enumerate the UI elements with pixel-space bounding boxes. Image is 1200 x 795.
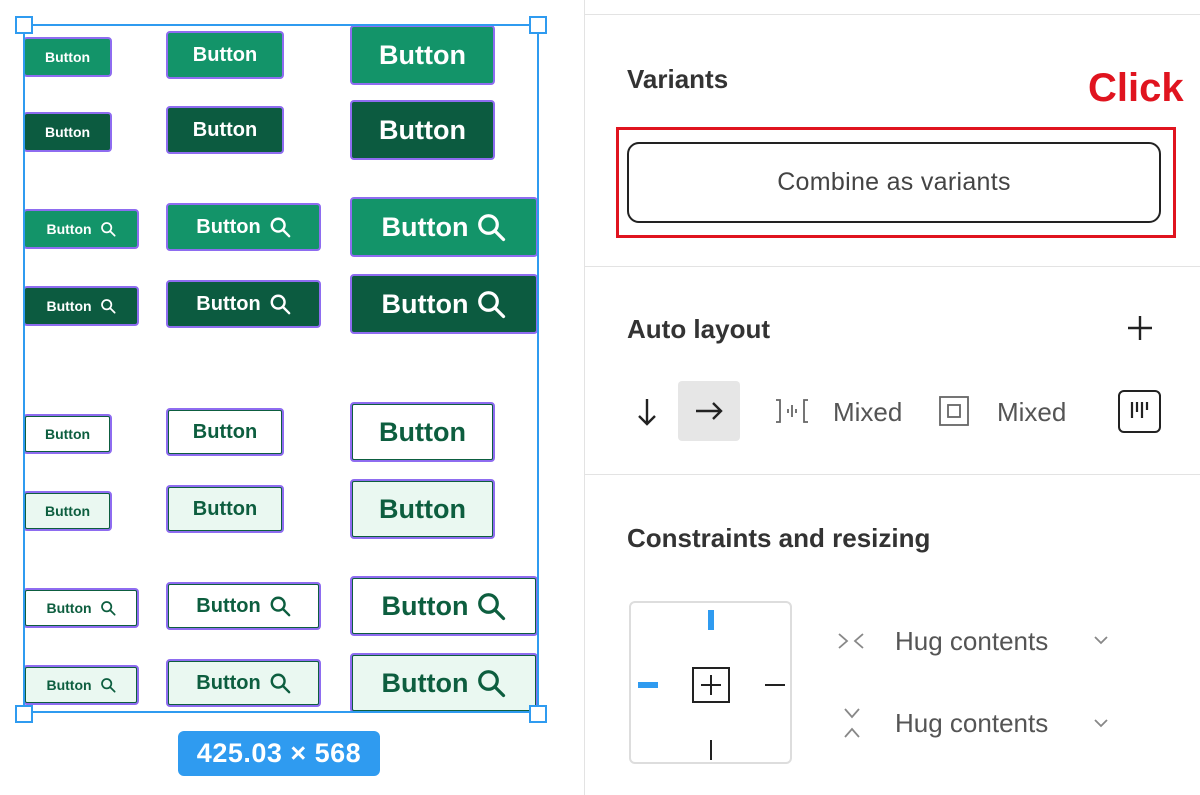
height-chevron-down-icon[interactable]	[1091, 713, 1111, 733]
width-chevron-down-icon[interactable]	[1091, 630, 1111, 650]
constraints-widget[interactable]	[629, 601, 792, 764]
resize-handle-top-left[interactable]	[15, 16, 33, 34]
vertical-direction-arrow-icon[interactable]	[629, 392, 665, 432]
constraint-bottom-indicator[interactable]	[710, 740, 712, 760]
constraint-top-indicator[interactable]	[708, 610, 714, 630]
selection-frame[interactable]	[23, 24, 539, 713]
properties-panel: Variants Click Combine as variants Auto …	[585, 0, 1200, 795]
resize-handle-bottom-right[interactable]	[529, 705, 547, 723]
variants-title: Variants	[627, 64, 729, 94]
width-resizing-value[interactable]: Hug contents	[895, 626, 1048, 657]
padding-icon	[938, 395, 970, 427]
canvas[interactable]: Button Button Button Button Button Button Butt…	[0, 0, 585, 795]
item-spacing-value[interactable]: Mixed	[833, 397, 902, 428]
height-resizing-value[interactable]: Hug contents	[895, 708, 1048, 739]
item-spacing-icon	[772, 396, 812, 426]
section-divider	[585, 14, 1200, 15]
vertical-resizing-icon	[837, 706, 867, 740]
click-annotation: Click	[1088, 66, 1184, 110]
add-auto-layout-plus-icon[interactable]	[1122, 310, 1158, 346]
auto-layout-title: Auto layout	[627, 314, 770, 344]
horizontal-direction-arrow-icon[interactable]	[678, 381, 740, 441]
section-divider	[585, 474, 1200, 475]
section-divider	[585, 266, 1200, 267]
padding-value[interactable]: Mixed	[997, 397, 1066, 428]
resize-handle-bottom-left[interactable]	[15, 705, 33, 723]
horizontal-resizing-icon	[835, 626, 867, 656]
constraints-title: Constraints and resizing	[627, 523, 931, 553]
selection-size-badge: 425.03 × 568	[178, 731, 380, 776]
resize-handle-top-right[interactable]	[529, 16, 547, 34]
alignment-icon[interactable]	[1118, 390, 1161, 433]
constraint-center-plus-icon[interactable]	[692, 667, 730, 703]
constraint-right-indicator[interactable]	[765, 684, 785, 686]
combine-as-variants-button[interactable]: Combine as variants	[627, 142, 1161, 223]
constraint-left-indicator[interactable]	[638, 682, 658, 688]
